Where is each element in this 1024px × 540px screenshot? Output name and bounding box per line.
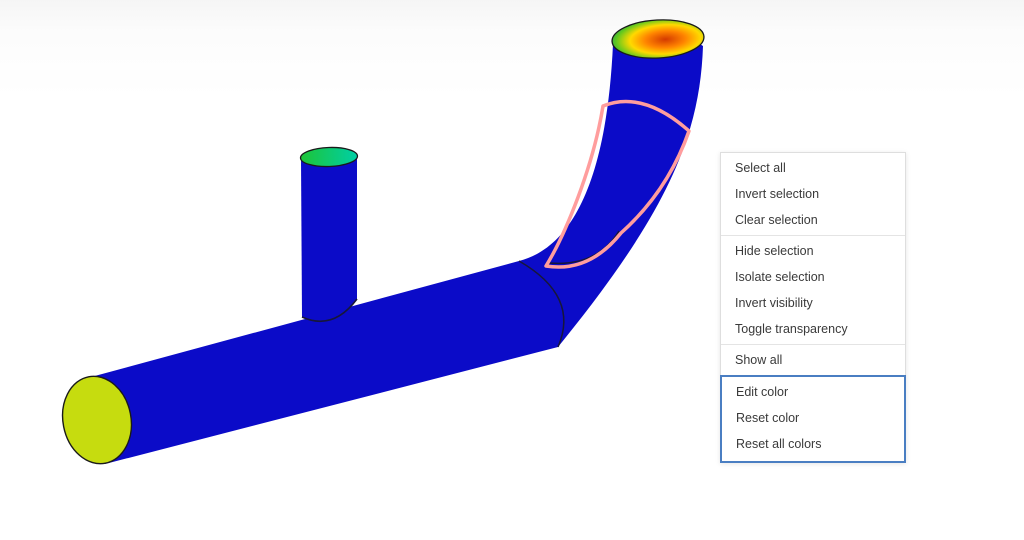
menu-item-edit-color[interactable]: Edit color — [722, 379, 904, 405]
menu-item-clear-selection[interactable]: Clear selection — [721, 207, 905, 233]
app-window: Select all Invert selection Clear select… — [0, 0, 1024, 540]
menu-group-show-all: Show all — [721, 344, 905, 375]
menu-item-select-all[interactable]: Select all — [721, 155, 905, 181]
menu-group-visibility: Hide selection Isolate selection Invert … — [721, 235, 905, 344]
menu-item-reset-all-colors[interactable]: Reset all colors — [722, 431, 904, 457]
context-menu: Select all Invert selection Clear select… — [720, 152, 906, 463]
menu-item-invert-visibility[interactable]: Invert visibility — [721, 290, 905, 316]
menu-item-hide-selection[interactable]: Hide selection — [721, 238, 905, 264]
menu-group-selection: Select all Invert selection Clear select… — [721, 153, 905, 235]
menu-item-isolate-selection[interactable]: Isolate selection — [721, 264, 905, 290]
menu-item-toggle-transparency[interactable]: Toggle transparency — [721, 316, 905, 342]
menu-item-invert-selection[interactable]: Invert selection — [721, 181, 905, 207]
menu-item-reset-color[interactable]: Reset color — [722, 405, 904, 431]
branch-pipe[interactable] — [301, 153, 357, 322]
menu-item-show-all[interactable]: Show all — [721, 347, 905, 373]
menu-group-color: Edit color Reset color Reset all colors — [720, 375, 906, 463]
